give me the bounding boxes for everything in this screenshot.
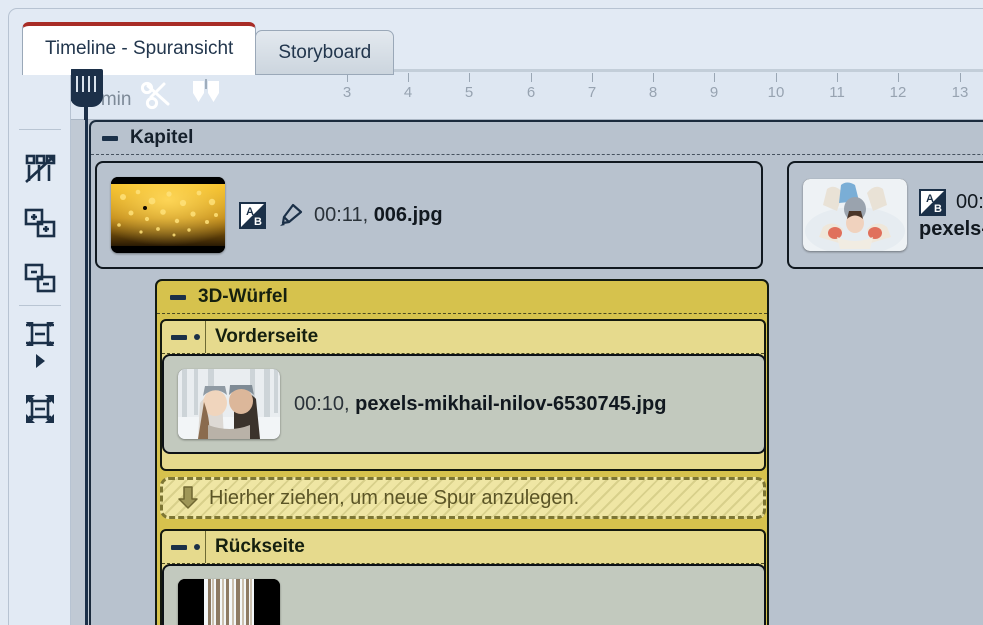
subtrack-back-title: Rückseite bbox=[215, 536, 305, 557]
ab-transition-icon[interactable]: A B bbox=[239, 201, 266, 229]
ruler-tick-label: 5 bbox=[464, 84, 474, 101]
clip-meta: A B 00:11, 006.jpg bbox=[239, 201, 443, 229]
clip-thumbnail bbox=[111, 177, 225, 253]
collapse-kapitel-button[interactable] bbox=[99, 127, 121, 149]
ruler-tick-label: 12 bbox=[889, 84, 907, 101]
ruler-tick bbox=[960, 73, 961, 82]
svg-text:B: B bbox=[934, 203, 942, 215]
clip-filename: pexels- bbox=[919, 218, 983, 240]
clip-meta: 00:10, pexels-mikhail-nilov-6530745.jpg bbox=[294, 393, 666, 416]
collapse-cube-button[interactable] bbox=[167, 286, 189, 308]
expand-arrow-icon[interactable] bbox=[18, 349, 62, 373]
svg-text:A: A bbox=[926, 193, 934, 205]
time-ruler[interactable]: 3 4 5 6 7 8 9 10 11 12 13 14 0 min bbox=[71, 69, 983, 120]
group-3d-cube-title: 3D-Würfel bbox=[198, 286, 288, 307]
rail-separator bbox=[19, 129, 61, 130]
down-arrow-icon bbox=[177, 485, 199, 511]
header-divider bbox=[205, 321, 206, 353]
clip-006-jpg[interactable]: A B 00:11, 006.jpg bbox=[95, 161, 763, 269]
subtrack-back[interactable]: Rückseite bbox=[160, 529, 766, 625]
clip-filename: pexels-mikhail-nilov-6530745.jpg bbox=[355, 392, 667, 415]
clip-duration: 00:10, bbox=[294, 392, 350, 415]
view-tabs: Timeline - Spuransicht Storyboard bbox=[22, 19, 395, 75]
ruler-tick-label: 4 bbox=[403, 84, 413, 101]
track-overview-icon[interactable] bbox=[18, 147, 62, 191]
playhead[interactable] bbox=[71, 69, 103, 625]
track-bullet-icon bbox=[190, 334, 203, 340]
group-3d-cube[interactable]: 3D-Würfel Vorderseite 00:10, pexels-mikh… bbox=[155, 279, 769, 625]
ruler-tick-label: 6 bbox=[526, 84, 536, 101]
remove-track-icon[interactable] bbox=[18, 257, 62, 301]
clip-thumbnail bbox=[803, 179, 907, 251]
tab-storyboard[interactable]: Storyboard bbox=[255, 30, 395, 75]
ruler-tick bbox=[714, 73, 715, 82]
clip-thumbnail bbox=[178, 579, 280, 625]
subtrack-front-title: Vorderseite bbox=[215, 326, 319, 347]
clip-pexels-second[interactable]: A B 00:0 pexels- bbox=[787, 161, 983, 269]
group-kapitel-header[interactable]: Kapitel bbox=[91, 122, 983, 155]
subtrack-front[interactable]: Vorderseite 00:10, pexels-mikhail-nilov-… bbox=[160, 319, 766, 471]
svg-text:A: A bbox=[246, 206, 254, 218]
ruler-tick bbox=[653, 73, 654, 82]
svg-text:B: B bbox=[254, 216, 262, 228]
group-3d-cube-header[interactable]: 3D-Würfel bbox=[157, 281, 767, 314]
ruler-tick-label: 7 bbox=[587, 84, 597, 101]
clip-meta-row: pexels- bbox=[919, 218, 983, 241]
subtrack-back-header[interactable]: Rückseite bbox=[162, 531, 764, 564]
collapse-back-button[interactable] bbox=[168, 536, 190, 558]
ruler-tick bbox=[531, 73, 532, 82]
ruler-tick-label: 8 bbox=[648, 84, 658, 101]
ruler-tick bbox=[898, 73, 899, 82]
dropzone-label: Hierher ziehen, um neue Spur anzulegen. bbox=[209, 486, 580, 509]
group-kapitel[interactable]: Kapitel A B 00:11, 006.jpg A B 00 pexels… bbox=[89, 120, 983, 625]
tab-timeline-track-view[interactable]: Timeline - Spuransicht bbox=[22, 22, 257, 75]
clip-meta-row: A B 00:0 bbox=[919, 189, 983, 216]
playhead-handle[interactable] bbox=[71, 69, 103, 107]
timeline-editor-window: Timeline - Spuransicht Storyboard 3 4 5 … bbox=[0, 0, 983, 625]
tab-label: Timeline - Spuransicht bbox=[45, 38, 234, 59]
ruler-tick bbox=[592, 73, 593, 82]
ruler-tick bbox=[776, 73, 777, 82]
timeline-tool-rail bbox=[9, 69, 71, 625]
ruler-tick-label: 3 bbox=[342, 84, 352, 101]
tab-label: Storyboard bbox=[278, 41, 372, 63]
clip-winter-forest[interactable] bbox=[162, 564, 766, 625]
brush-icon[interactable] bbox=[276, 201, 304, 229]
subtrack-front-header[interactable]: Vorderseite bbox=[162, 321, 764, 354]
ruler-tick bbox=[408, 73, 409, 82]
clip-duration: 00:11, bbox=[314, 203, 369, 226]
track-bullet-icon bbox=[190, 544, 203, 550]
clip-thumbnail bbox=[178, 369, 280, 439]
clip-filename: 006.jpg bbox=[373, 203, 443, 226]
ruler-tick-label: 9 bbox=[709, 84, 719, 101]
timeline-viewport[interactable]: 3 4 5 6 7 8 9 10 11 12 13 14 0 min bbox=[71, 69, 983, 625]
clip-meta: A B 00:0 pexels- bbox=[919, 189, 983, 241]
ruler-tick bbox=[837, 73, 838, 82]
cut-clip-icon[interactable] bbox=[136, 76, 176, 114]
clip-label: 00:11, 006.jpg bbox=[314, 204, 443, 227]
clip-label: 00:10, pexels-mikhail-nilov-6530745.jpg bbox=[294, 393, 666, 416]
ruler-tick-label: 13 bbox=[951, 84, 969, 101]
header-divider bbox=[205, 531, 206, 563]
ruler-tick bbox=[469, 73, 470, 82]
rail-separator bbox=[19, 305, 61, 306]
ruler-tick-label: 11 bbox=[829, 84, 845, 101]
ruler-tick-label: 10 bbox=[767, 84, 785, 101]
new-track-dropzone[interactable]: Hierher ziehen, um neue Spur anzulegen. bbox=[160, 477, 766, 519]
group-kapitel-title: Kapitel bbox=[130, 127, 194, 148]
add-track-icon[interactable] bbox=[18, 202, 62, 246]
clip-pexels-mikhail-nilov[interactable]: 00:10, pexels-mikhail-nilov-6530745.jpg bbox=[162, 354, 766, 454]
collapse-front-button[interactable] bbox=[168, 326, 190, 348]
split-clip-icon[interactable] bbox=[186, 76, 226, 114]
ab-transition-icon[interactable]: A B bbox=[919, 189, 946, 216]
clip-duration: 00:0 bbox=[956, 191, 983, 213]
track-row-main[interactable]: A B 00:11, 006.jpg A B 00 pexels- bbox=[91, 155, 983, 280]
fit-all-tracks-icon[interactable] bbox=[18, 387, 62, 431]
